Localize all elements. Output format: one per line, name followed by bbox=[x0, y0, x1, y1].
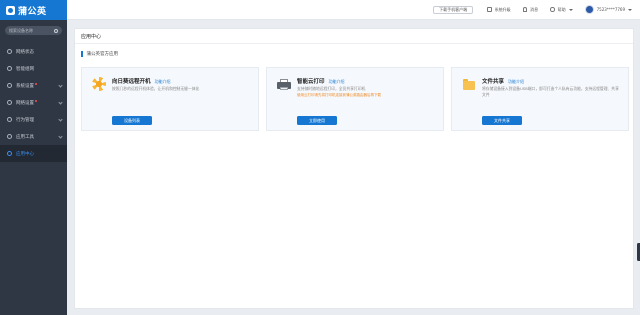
file-share-button[interactable]: 文件共享 bbox=[482, 116, 522, 125]
app-card-file-share: 文件共享 功能介绍 将存储设备接入到设备USB端口，即可打造个人私有云功能，支持… bbox=[451, 67, 629, 131]
sidebar-item-label: 行为管理 bbox=[16, 117, 34, 123]
search-placeholder: 搜索设备名称 bbox=[9, 27, 33, 33]
system-upgrade-button[interactable]: 系统升级 bbox=[487, 7, 511, 13]
app-card-cloud-print: 智能云打印 功能介绍 支持随时随地远程打印，全员共享打印机 使用云打印请先将打印… bbox=[266, 67, 444, 131]
folder-icon bbox=[462, 77, 476, 91]
chevron-down-icon bbox=[58, 83, 63, 88]
card-title-text: 文件共享 bbox=[482, 79, 505, 85]
apps-icon bbox=[7, 151, 12, 156]
help-menu[interactable]: 帮助 bbox=[550, 7, 573, 13]
device-list-button[interactable]: 设备列表 bbox=[112, 116, 152, 125]
shield-icon bbox=[7, 117, 12, 122]
sidebar: 蒲公英 搜索设备名称 网络状态 智能组网 系统设置 网络设置 行为管理 应用工具… bbox=[0, 0, 67, 315]
sidebar-item-network-status[interactable]: 网络状态 bbox=[0, 43, 67, 60]
section-title: 蒲公英官方应用 bbox=[86, 52, 119, 57]
use-now-button[interactable]: 立即使用 bbox=[297, 116, 337, 125]
feature-intro-link[interactable]: 功能介绍 bbox=[329, 79, 345, 85]
card-description: 将存储设备接入到设备USB端口，即可打造个人私有云功能，支持远程管理、共享文件 bbox=[482, 86, 619, 97]
sidebar-item-behavior-management[interactable]: 行为管理 bbox=[0, 111, 67, 128]
sidebar-item-label: 网络设置 bbox=[16, 100, 34, 106]
caret-down-icon bbox=[628, 8, 632, 11]
bell-icon bbox=[522, 7, 528, 12]
feature-intro-link[interactable]: 功能介绍 bbox=[155, 79, 171, 85]
brand-logo[interactable]: 蒲公英 bbox=[0, 0, 67, 20]
app-card-remote-boot: 向日葵远程开机 功能介绍 按照几秒的远程开机体验，让开机和控制无缝一体化 设备列… bbox=[81, 67, 259, 131]
sidebar-item-label: 网络状态 bbox=[16, 49, 34, 55]
card-title-text: 智能云打印 bbox=[297, 79, 325, 85]
brand-name: 蒲公英 bbox=[18, 6, 47, 17]
sidebar-item-app-center[interactable]: 应用中心 bbox=[0, 145, 67, 162]
page-title: 应用中心 bbox=[75, 29, 633, 44]
sidebar-item-label: 智能组网 bbox=[16, 66, 34, 72]
sidebar-item-label: 应用中心 bbox=[16, 151, 34, 157]
tools-icon bbox=[7, 134, 12, 139]
card-description: 按照几秒的远程开机体验，让开机和控制无缝一体化 bbox=[112, 86, 200, 91]
card-warning: 使用云打印请先将打印机连接到蒲公英路由器后再下载 bbox=[297, 93, 381, 97]
upgrade-icon bbox=[487, 7, 492, 12]
user-account-label: 7523****7769 bbox=[596, 7, 625, 12]
section-accent-bar bbox=[81, 51, 83, 57]
user-menu[interactable]: 7523****7769 bbox=[584, 5, 632, 14]
download-app-button[interactable]: 下载手机客户端 bbox=[433, 5, 474, 14]
feature-intro-link[interactable]: 功能介绍 bbox=[508, 79, 524, 85]
help-label: 帮助 bbox=[557, 6, 566, 12]
network-status-icon bbox=[7, 49, 12, 54]
app-card-list: 向日葵远程开机 功能介绍 按照几秒的远程开机体验，让开机和控制无缝一体化 设备列… bbox=[81, 67, 629, 131]
card-title: 向日葵远程开机 功能介绍 bbox=[112, 77, 171, 85]
printer-icon bbox=[277, 77, 291, 91]
printer-paper-out bbox=[280, 87, 288, 90]
help-icon bbox=[550, 7, 555, 12]
sidebar-item-network-settings[interactable]: 网络设置 bbox=[0, 94, 67, 111]
avatar bbox=[584, 5, 594, 14]
caret-down-icon bbox=[568, 8, 573, 11]
top-bar: 下载手机客户端 系统升级 消息 帮助 7523****7769 bbox=[67, 0, 640, 20]
card-title: 文件共享 功能介绍 bbox=[482, 77, 524, 85]
networking-icon bbox=[7, 66, 12, 71]
card-title-text: 向日葵远程开机 bbox=[112, 79, 151, 85]
card-description: 支持随时随地远程打印，全员共享打印机 bbox=[297, 86, 366, 91]
sidebar-item-smart-networking[interactable]: 智能组网 bbox=[0, 60, 67, 77]
main-panel: 应用中心 蒲公英官方应用 向日葵远程开机 功能介绍 按照几秒的远程开机体验，让开… bbox=[74, 28, 634, 309]
search-icon[interactable] bbox=[54, 28, 58, 33]
section-header: 蒲公英官方应用 bbox=[81, 51, 633, 57]
chevron-down-icon bbox=[58, 100, 63, 105]
gear-icon bbox=[7, 83, 12, 88]
notification-dot bbox=[35, 100, 37, 102]
chevron-down-icon bbox=[58, 134, 63, 139]
folder-body bbox=[463, 81, 475, 90]
sidebar-item-label: 应用工具 bbox=[16, 134, 34, 140]
sidebar-item-app-tools[interactable]: 应用工具 bbox=[0, 128, 67, 145]
sidebar-item-system-settings[interactable]: 系统设置 bbox=[0, 77, 67, 94]
card-title: 智能云打印 功能介绍 bbox=[297, 77, 345, 85]
sidebar-item-label: 系统设置 bbox=[16, 83, 34, 89]
sun-icon bbox=[92, 77, 106, 91]
chevron-down-icon bbox=[58, 117, 63, 122]
messages-label: 消息 bbox=[530, 6, 539, 12]
sidebar-search-input[interactable]: 搜索设备名称 bbox=[5, 26, 62, 35]
messages-button[interactable]: 消息 bbox=[522, 6, 539, 13]
system-upgrade-label: 系统升级 bbox=[494, 6, 511, 12]
globe-icon bbox=[7, 100, 12, 105]
notification-dot bbox=[35, 83, 37, 85]
dandelion-logo-icon bbox=[6, 5, 15, 15]
